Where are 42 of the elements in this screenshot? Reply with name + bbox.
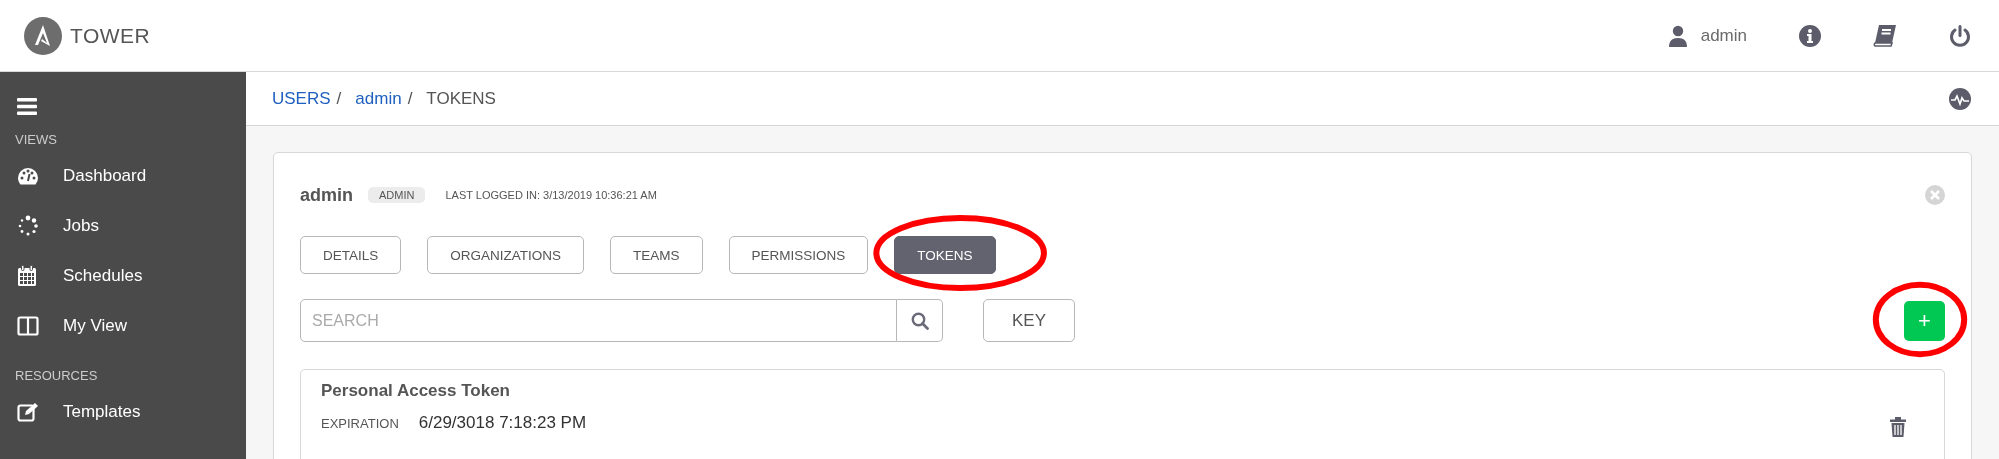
tab[interactable]: TOKENS bbox=[894, 236, 996, 274]
power-icon[interactable] bbox=[1949, 24, 1971, 47]
breadcrumb-separator: / bbox=[407, 88, 413, 109]
last-login-text: LAST LOGGED IN: 3/13/2019 10:36:21 AM bbox=[445, 189, 657, 201]
breadcrumb-separator: / bbox=[336, 88, 342, 109]
search-field[interactable]: SEARCH bbox=[300, 299, 897, 342]
breadcrumb-link[interactable]: admin bbox=[355, 88, 402, 109]
nav-item[interactable]: Schedules bbox=[0, 251, 163, 301]
activity-icon[interactable] bbox=[1949, 87, 1971, 110]
key-button[interactable]: KEY bbox=[983, 299, 1075, 342]
tab[interactable]: DETAILS bbox=[300, 236, 402, 274]
user-name[interactable]: admin bbox=[1700, 25, 1747, 46]
expiration-label: EXPIRATION bbox=[321, 416, 399, 431]
trash-icon[interactable] bbox=[1890, 417, 1906, 437]
search-icon bbox=[910, 311, 929, 330]
breadcrumb-current: TOKENS bbox=[426, 88, 496, 109]
logo-icon bbox=[24, 16, 62, 55]
nav-item[interactable]: Templates bbox=[0, 387, 161, 437]
tab[interactable]: ORGANIZATIONS bbox=[427, 236, 585, 274]
logo-text: TOWER bbox=[70, 23, 151, 48]
columns-icon bbox=[17, 316, 39, 336]
section-heading: VIEWS bbox=[15, 132, 57, 148]
section-heading: RESOURCES bbox=[15, 368, 98, 384]
menu-icon[interactable] bbox=[17, 98, 37, 115]
gauge-icon bbox=[17, 167, 39, 185]
token-name: Personal Access Token bbox=[321, 381, 511, 401]
user-icon[interactable] bbox=[1668, 24, 1687, 47]
nav-item[interactable]: Dashboard bbox=[0, 151, 167, 201]
breadcrumb-link[interactable]: USERS bbox=[272, 88, 331, 109]
expiration-value: 6/29/3018 7:18:23 PM bbox=[418, 413, 587, 433]
edit-icon bbox=[17, 402, 39, 422]
info-icon[interactable] bbox=[1799, 24, 1821, 47]
nav-item[interactable]: My View bbox=[0, 301, 147, 351]
user-title: admin bbox=[300, 184, 353, 206]
nav-item[interactable]: Jobs bbox=[0, 201, 119, 251]
book-icon[interactable] bbox=[1873, 24, 1897, 47]
role-badge: ADMIN bbox=[368, 187, 426, 203]
dotted-circle-icon bbox=[17, 215, 39, 237]
search-button[interactable] bbox=[897, 299, 943, 342]
tab[interactable]: TEAMS bbox=[610, 236, 703, 274]
calendar-icon bbox=[17, 265, 37, 287]
tab[interactable]: PERMISSIONS bbox=[728, 236, 869, 274]
